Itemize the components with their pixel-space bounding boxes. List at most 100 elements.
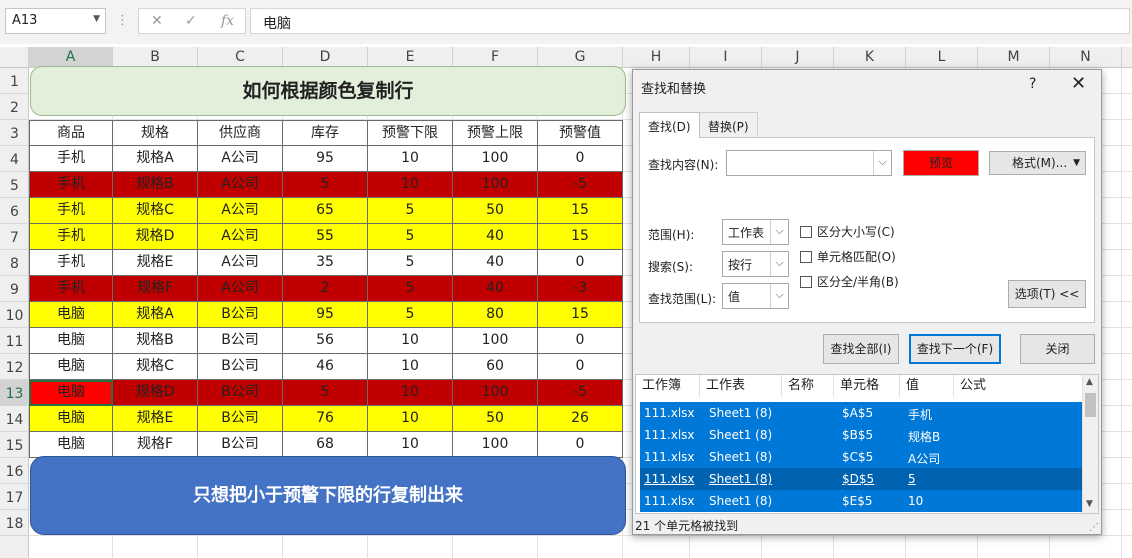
table-cell[interactable]: 68 xyxy=(283,432,368,458)
table-cell[interactable]: 100 xyxy=(453,146,538,172)
sheet-title-banner[interactable]: 如何根据颜色复制行 xyxy=(30,66,626,116)
chevron-down-icon[interactable]: ⌵ xyxy=(770,252,788,276)
table-cell[interactable]: 40 xyxy=(453,276,538,302)
match-case-checkbox[interactable]: 区分大小写(C) xyxy=(800,223,895,240)
table-cell[interactable]: 35 xyxy=(283,250,368,276)
note-banner[interactable]: 只想把小于预警下限的行复制出来 xyxy=(30,456,626,535)
table-cell[interactable]: 电脑 xyxy=(29,380,113,406)
row-header-16[interactable]: 16 xyxy=(0,458,29,484)
column-header-i[interactable]: I xyxy=(690,47,762,68)
table-cell[interactable]: 规格B xyxy=(113,172,198,198)
table-cell[interactable]: 65 xyxy=(283,198,368,224)
close-icon[interactable]: ✕ xyxy=(1071,73,1086,94)
search-select[interactable]: 按行 ⌵ xyxy=(722,251,789,277)
row-header-9[interactable]: 9 xyxy=(0,276,29,302)
table-cell[interactable]: 规格D xyxy=(113,380,198,406)
match-cell-checkbox[interactable]: 单元格匹配(O) xyxy=(800,248,896,265)
table-cell[interactable]: B公司 xyxy=(198,380,283,406)
chevron-down-icon[interactable]: ⌵ xyxy=(770,284,788,308)
table-cell[interactable]: 0 xyxy=(538,328,623,354)
scope-select[interactable]: 工作表 ⌵ xyxy=(722,219,789,245)
name-box[interactable]: A13 ▼ xyxy=(5,8,106,34)
table-cell[interactable]: B公司 xyxy=(198,354,283,380)
table-cell[interactable]: 5 xyxy=(368,302,453,328)
table-cell[interactable]: 电脑 xyxy=(29,406,113,432)
table-cell[interactable]: 55 xyxy=(283,224,368,250)
options-button[interactable]: 选项(T) << xyxy=(1008,280,1086,308)
format-button[interactable]: 格式(M)... ▼ xyxy=(989,151,1086,175)
result-column-header[interactable]: 工作簿 xyxy=(636,375,700,397)
table-cell[interactable]: A公司 xyxy=(198,250,283,276)
row-header-13[interactable]: 13 xyxy=(0,380,29,406)
table-cell[interactable]: 100 xyxy=(453,432,538,458)
table-cell[interactable]: 40 xyxy=(453,250,538,276)
table-cell[interactable]: 0 xyxy=(538,146,623,172)
table-cell[interactable]: 规格E xyxy=(113,250,198,276)
table-cell[interactable]: 规格F xyxy=(113,432,198,458)
formula-input[interactable]: 电脑 xyxy=(250,8,1130,34)
row-header-1[interactable]: 1 xyxy=(0,68,29,94)
table-cell[interactable]: 电脑 xyxy=(29,432,113,458)
tab-replace[interactable]: 替换(P) xyxy=(699,112,758,138)
table-cell[interactable]: 手机 xyxy=(29,172,113,198)
table-cell[interactable]: 15 xyxy=(538,302,623,328)
find-next-button[interactable]: 查找下一个(F) xyxy=(909,334,1001,364)
row-header-7[interactable]: 7 xyxy=(0,224,29,250)
row-header-2[interactable]: 2 xyxy=(0,94,29,120)
result-column-header[interactable]: 公式 xyxy=(954,375,1084,397)
table-cell[interactable]: 0 xyxy=(538,250,623,276)
result-row[interactable]: 111.xlsx Sheet1 (8) $B$5 规格B xyxy=(640,424,1084,446)
table-cell[interactable]: 0 xyxy=(538,432,623,458)
chevron-down-icon[interactable]: ▼ xyxy=(93,14,100,24)
resize-grip-icon[interactable]: ⋰ xyxy=(1089,522,1099,533)
table-cell[interactable]: 100 xyxy=(453,172,538,198)
chevron-down-icon[interactable]: ⌵ xyxy=(770,220,788,244)
header-cell[interactable]: 预警上限 xyxy=(453,120,538,146)
table-cell[interactable]: 15 xyxy=(538,198,623,224)
header-cell[interactable]: 库存 xyxy=(283,120,368,146)
result-column-header[interactable]: 名称 xyxy=(782,375,834,397)
table-cell[interactable]: 95 xyxy=(283,146,368,172)
table-cell[interactable]: 5 xyxy=(283,172,368,198)
look-in-select[interactable]: 值 ⌵ xyxy=(722,283,789,309)
table-cell[interactable]: 10 xyxy=(368,380,453,406)
table-cell[interactable]: 46 xyxy=(283,354,368,380)
table-cell[interactable]: 规格F xyxy=(113,276,198,302)
row-header-15[interactable]: 15 xyxy=(0,432,29,458)
table-cell[interactable]: 60 xyxy=(453,354,538,380)
row-header-18[interactable]: 18 xyxy=(0,510,29,536)
table-cell[interactable]: 50 xyxy=(453,198,538,224)
table-cell[interactable]: A公司 xyxy=(198,198,283,224)
table-cell[interactable]: 76 xyxy=(283,406,368,432)
table-cell[interactable]: -5 xyxy=(538,380,623,406)
column-header-j[interactable]: J xyxy=(762,47,834,68)
table-cell[interactable]: 电脑 xyxy=(29,328,113,354)
table-cell[interactable]: 手机 xyxy=(29,250,113,276)
header-cell[interactable]: 规格 xyxy=(113,120,198,146)
table-cell[interactable]: 规格C xyxy=(113,354,198,380)
table-cell[interactable]: B公司 xyxy=(198,328,283,354)
table-cell[interactable]: 规格B xyxy=(113,328,198,354)
result-row[interactable]: 111.xlsx Sheet1 (8) $A$5 手机 xyxy=(640,402,1084,424)
table-cell[interactable]: 电脑 xyxy=(29,354,113,380)
table-cell[interactable]: 5 xyxy=(368,198,453,224)
table-cell[interactable]: 5 xyxy=(368,224,453,250)
row-header-6[interactable]: 6 xyxy=(0,198,29,224)
table-cell[interactable]: 100 xyxy=(453,380,538,406)
row-header-8[interactable]: 8 xyxy=(0,250,29,276)
table-cell[interactable]: A公司 xyxy=(198,146,283,172)
table-cell[interactable]: 10 xyxy=(368,328,453,354)
row-header-5[interactable]: 5 xyxy=(0,172,29,198)
scrollbar-thumb[interactable] xyxy=(1085,393,1096,417)
table-cell[interactable]: A公司 xyxy=(198,276,283,302)
table-cell[interactable]: -3 xyxy=(538,276,623,302)
column-header-m[interactable]: M xyxy=(978,47,1050,68)
table-cell[interactable]: 手机 xyxy=(29,198,113,224)
checkbox-icon[interactable] xyxy=(800,276,812,288)
table-cell[interactable]: 0 xyxy=(538,354,623,380)
column-header-e[interactable]: E xyxy=(368,47,453,68)
result-row[interactable]: 111.xlsx Sheet1 (8) $D$5 5 xyxy=(640,468,1084,490)
column-header-n[interactable]: N xyxy=(1050,47,1122,68)
table-cell[interactable]: 规格C xyxy=(113,198,198,224)
cancel-icon[interactable]: ✕ xyxy=(151,13,163,29)
